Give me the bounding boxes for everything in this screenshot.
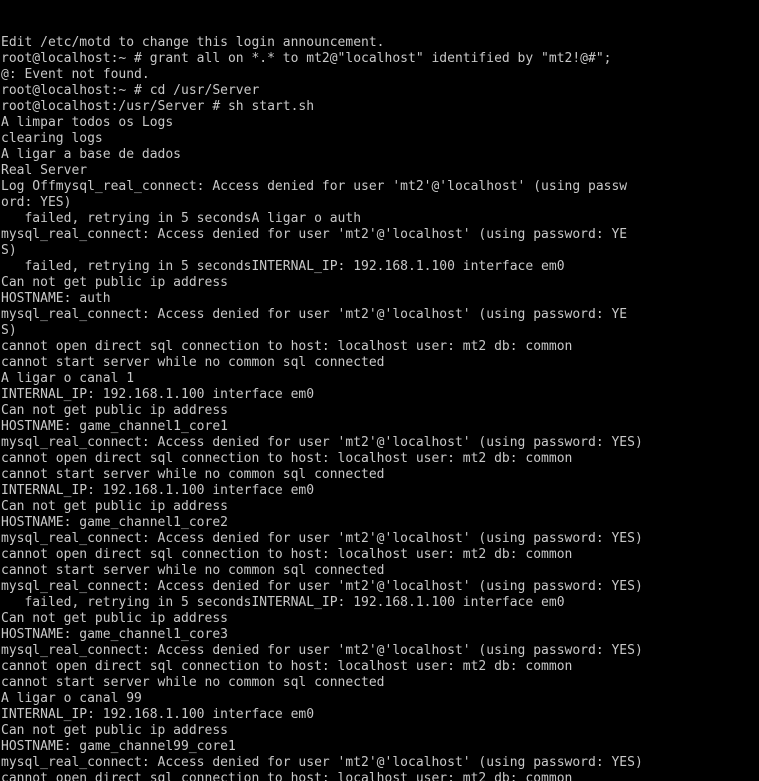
- terminal-line: HOSTNAME: game_channel1_core1: [1, 419, 228, 434]
- terminal-line: A limpar todos os Logs: [1, 115, 174, 130]
- terminal-line: failed, retrying in 5 secondsA ligar o a…: [1, 211, 362, 226]
- terminal-line: A ligar o canal 1: [1, 371, 135, 386]
- terminal-line: mysql_real_connect: Access denied for us…: [1, 755, 643, 770]
- terminal-line: root@localhost:/usr/Server # sh start.sh: [1, 99, 315, 114]
- terminal-line: Can not get public ip address: [1, 403, 228, 418]
- terminal-screen[interactable]: Edit /etc/motd to change this login anno…: [0, 0, 759, 781]
- terminal-line: INTERNAL_IP: 192.168.1.100 interface em0: [1, 387, 315, 402]
- terminal-line: root@localhost:~ # grant all on *.* to m…: [1, 51, 612, 66]
- terminal-line: HOSTNAME: game_channel1_core2: [1, 515, 228, 530]
- terminal-line: @: Event not found.: [1, 67, 150, 82]
- terminal-output: Edit /etc/motd to change this login anno…: [1, 35, 759, 781]
- terminal-line: INTERNAL_IP: 192.168.1.100 interface em0: [1, 483, 315, 498]
- terminal-line: S): [1, 323, 17, 338]
- terminal-line: cannot start server while no common sql …: [1, 355, 385, 370]
- terminal-line: mysql_real_connect: Access denied for us…: [1, 227, 628, 242]
- terminal-line: S): [1, 243, 17, 258]
- terminal-line: cannot start server while no common sql …: [1, 467, 385, 482]
- terminal-line: Can not get public ip address: [1, 611, 228, 626]
- terminal-line: cannot open direct sql connection to hos…: [1, 451, 573, 466]
- terminal-line: Can not get public ip address: [1, 723, 228, 738]
- terminal-line: failed, retrying in 5 secondsINTERNAL_IP…: [1, 259, 565, 274]
- terminal-line: HOSTNAME: game_channel99_core1: [1, 739, 236, 754]
- terminal-line: clearing logs: [1, 131, 103, 146]
- terminal-line: cannot start server while no common sql …: [1, 675, 385, 690]
- terminal-line: cannot open direct sql connection to hos…: [1, 547, 573, 562]
- terminal-line: root@localhost:~ # cd /usr/Server: [1, 83, 260, 98]
- terminal-line: cannot open direct sql connection to hos…: [1, 771, 573, 781]
- terminal-line: mysql_real_connect: Access denied for us…: [1, 531, 643, 546]
- terminal-line: Real Server: [1, 163, 88, 178]
- terminal-line: A ligar o canal 99: [1, 691, 142, 706]
- terminal-line: mysql_real_connect: Access denied for us…: [1, 579, 643, 594]
- terminal-line: HOSTNAME: game_channel1_core3: [1, 627, 228, 642]
- terminal-line: Log Offmysql_real_connect: Access denied…: [1, 179, 628, 194]
- terminal-line: A ligar a base de dados: [1, 147, 182, 162]
- terminal-line: Can not get public ip address: [1, 499, 228, 514]
- terminal-line: cannot open direct sql connection to hos…: [1, 659, 573, 674]
- terminal-line: Edit /etc/motd to change this login anno…: [1, 35, 385, 50]
- terminal-line: Can not get public ip address: [1, 275, 228, 290]
- terminal-line: mysql_real_connect: Access denied for us…: [1, 307, 628, 322]
- terminal-line: cannot start server while no common sql …: [1, 563, 385, 578]
- terminal-line: INTERNAL_IP: 192.168.1.100 interface em0: [1, 707, 315, 722]
- terminal-line: cannot open direct sql connection to hos…: [1, 339, 573, 354]
- terminal-line: mysql_real_connect: Access denied for us…: [1, 435, 643, 450]
- terminal-line: failed, retrying in 5 secondsINTERNAL_IP…: [1, 595, 565, 610]
- terminal-line: ord: YES): [1, 195, 72, 210]
- terminal-line: mysql_real_connect: Access denied for us…: [1, 643, 643, 658]
- terminal-line: HOSTNAME: auth: [1, 291, 111, 306]
